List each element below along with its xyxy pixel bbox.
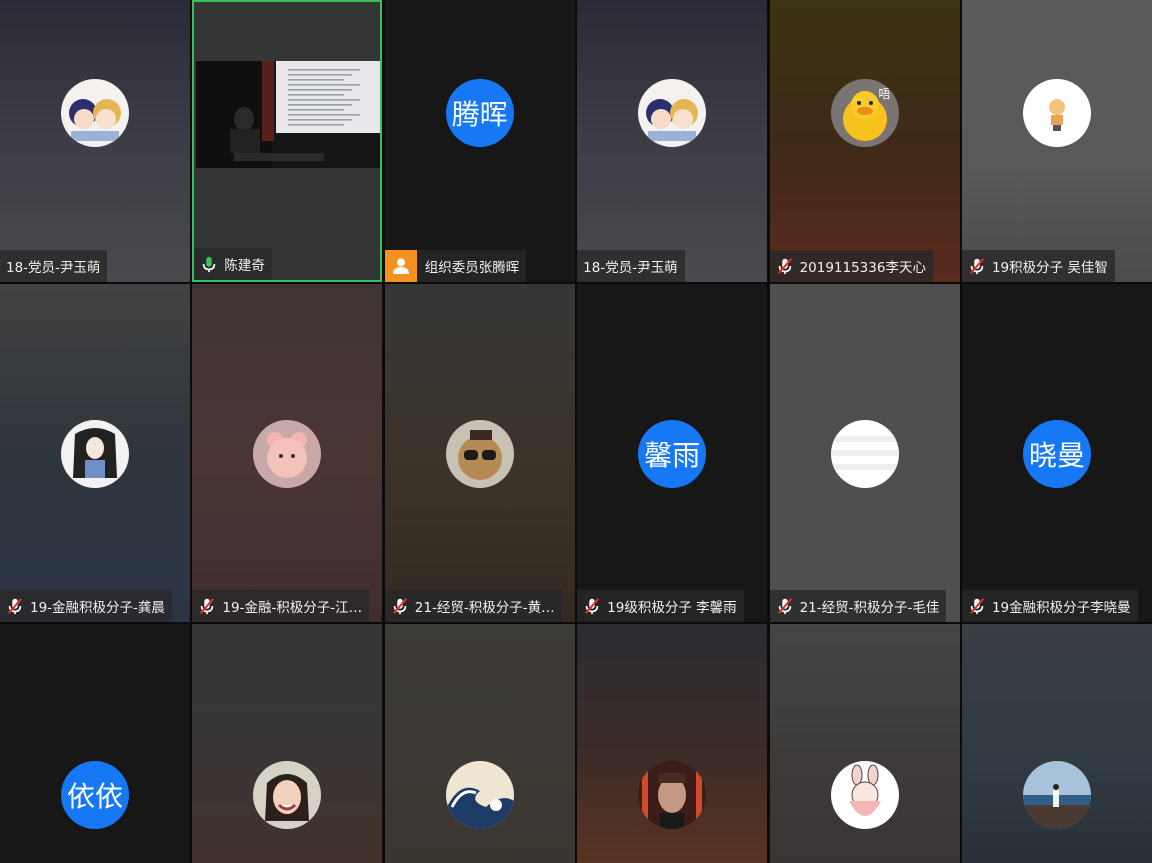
participant-tile[interactable]: 18-党员-尹玉萌 xyxy=(577,0,768,282)
participant-name: 19级积极分子 李馨雨 xyxy=(607,600,737,616)
participant-name-tag: 19级积极分子 李馨雨 xyxy=(577,590,744,622)
pink-bear-icon xyxy=(253,420,322,488)
couple-cartoon-icon xyxy=(61,79,129,147)
participant-name-tag: 19-金融积极分子-龚晨 xyxy=(0,590,172,622)
participant-name-tag: 2019115336李天心 xyxy=(769,250,933,282)
participant-name-tag: 18-党员-尹玉萌 xyxy=(0,250,108,282)
participant-tile[interactable]: 19积极分子 吴佳智 xyxy=(961,0,1152,282)
participant-tile[interactable]: 依依 xyxy=(0,624,190,863)
participant-name-tag: 21-经贸-积极分子-毛佳 xyxy=(769,590,947,622)
striped-white-icon xyxy=(830,420,899,488)
participant-name: 18-党员-尹玉萌 xyxy=(583,260,678,276)
participant-tile[interactable]: 19-金融-积极分子-江… xyxy=(192,284,383,622)
participant-tile[interactable]: 陈建奇 xyxy=(192,0,383,282)
participant-name: 2019115336李天心 xyxy=(799,260,926,276)
mic-muted-icon xyxy=(967,256,987,276)
video-grid: 18-党员-尹玉萌 陈建奇 腾晖组织委员张腾晖 18-党员-尹玉萌 唔 201911533… xyxy=(0,0,1152,863)
portrait-man-icon xyxy=(638,761,707,829)
mic-muted-icon xyxy=(5,596,25,616)
participant-name: 19-金融-积极分子-江… xyxy=(222,600,363,616)
participant-tile[interactable]: 晓曼 19金融积极分子李晓曼 xyxy=(961,284,1152,622)
participant-tile[interactable]: 唔 2019115336李天心 xyxy=(769,0,960,282)
participant-name-tag: 19积极分子 吴佳智 xyxy=(961,250,1115,282)
participant-name-tag: 19-金融-积极分子-江… xyxy=(192,590,370,622)
avatar-initials: 依依 xyxy=(61,761,129,829)
mic-muted-icon xyxy=(582,596,602,616)
great-wave-icon xyxy=(445,761,514,829)
cartoon-boy-icon xyxy=(1022,79,1091,147)
participant-name: 组织委员张腾晖 xyxy=(424,260,520,276)
participant-name: 19金融积极分子李晓曼 xyxy=(991,600,1131,616)
participant-name: 18-党员-尹玉萌 xyxy=(6,260,101,276)
participant-name-tag: 21-经贸-积极分子-黄… xyxy=(384,590,562,622)
participant-tile[interactable] xyxy=(577,624,768,863)
avatar-badge-text: 唔 xyxy=(878,87,891,101)
participant-tile[interactable] xyxy=(384,624,575,863)
host-person-icon xyxy=(384,250,417,282)
participant-tile[interactable]: 18-党员-尹玉萌 xyxy=(0,0,190,282)
bunny-girl-icon xyxy=(830,761,899,829)
participant-name-tag: 陈建奇 xyxy=(194,248,272,280)
mic-muted-icon xyxy=(967,596,987,616)
participant-tile[interactable] xyxy=(769,624,960,863)
participant-name-tag: 18-党员-尹玉萌 xyxy=(577,250,685,282)
participant-tile[interactable] xyxy=(192,624,383,863)
participant-name: 19-金融积极分子-龚晨 xyxy=(30,600,165,616)
participant-name: 21-经贸-积极分子-毛佳 xyxy=(799,600,940,616)
participant-tile[interactable]: 19-金融积极分子-龚晨 xyxy=(0,284,190,622)
mic-muted-icon xyxy=(775,596,795,616)
shared-screen-video xyxy=(196,61,381,168)
couple-cartoon-icon xyxy=(638,79,707,147)
participant-name: 19积极分子 吴佳智 xyxy=(991,260,1108,276)
mic-active-icon xyxy=(199,254,219,274)
yellow-duck-icon: 唔 xyxy=(830,79,899,147)
avatar-initials: 腾晖 xyxy=(445,79,514,147)
avatar-initials: 晓曼 xyxy=(1022,420,1091,488)
smiling-girl-icon xyxy=(253,761,322,829)
mic-muted-icon xyxy=(775,256,795,276)
participant-tile[interactable]: 馨雨 19级积极分子 李馨雨 xyxy=(577,284,768,622)
participant-tile[interactable]: 腾晖组织委员张腾晖 xyxy=(384,0,575,282)
participant-tile[interactable]: 21-经贸-积极分子-黄… xyxy=(384,284,575,622)
participant-name-tag: 组织委员张腾晖 xyxy=(384,250,527,282)
participant-tile[interactable]: 21-经贸-积极分子-毛佳 xyxy=(769,284,960,622)
mic-muted-icon xyxy=(197,596,217,616)
participant-name: 陈建奇 xyxy=(224,258,265,274)
mic-muted-icon xyxy=(390,596,410,616)
avatar-initials: 馨雨 xyxy=(638,420,707,488)
participant-tile[interactable] xyxy=(961,624,1152,863)
sunglasses-dog-icon xyxy=(445,420,514,488)
participant-name: 21-经贸-积极分子-黄… xyxy=(414,600,555,616)
long-hair-girl-icon xyxy=(61,420,129,488)
participant-name-tag: 19金融积极分子李晓曼 xyxy=(961,590,1138,622)
sea-landscape-icon xyxy=(1022,761,1091,829)
